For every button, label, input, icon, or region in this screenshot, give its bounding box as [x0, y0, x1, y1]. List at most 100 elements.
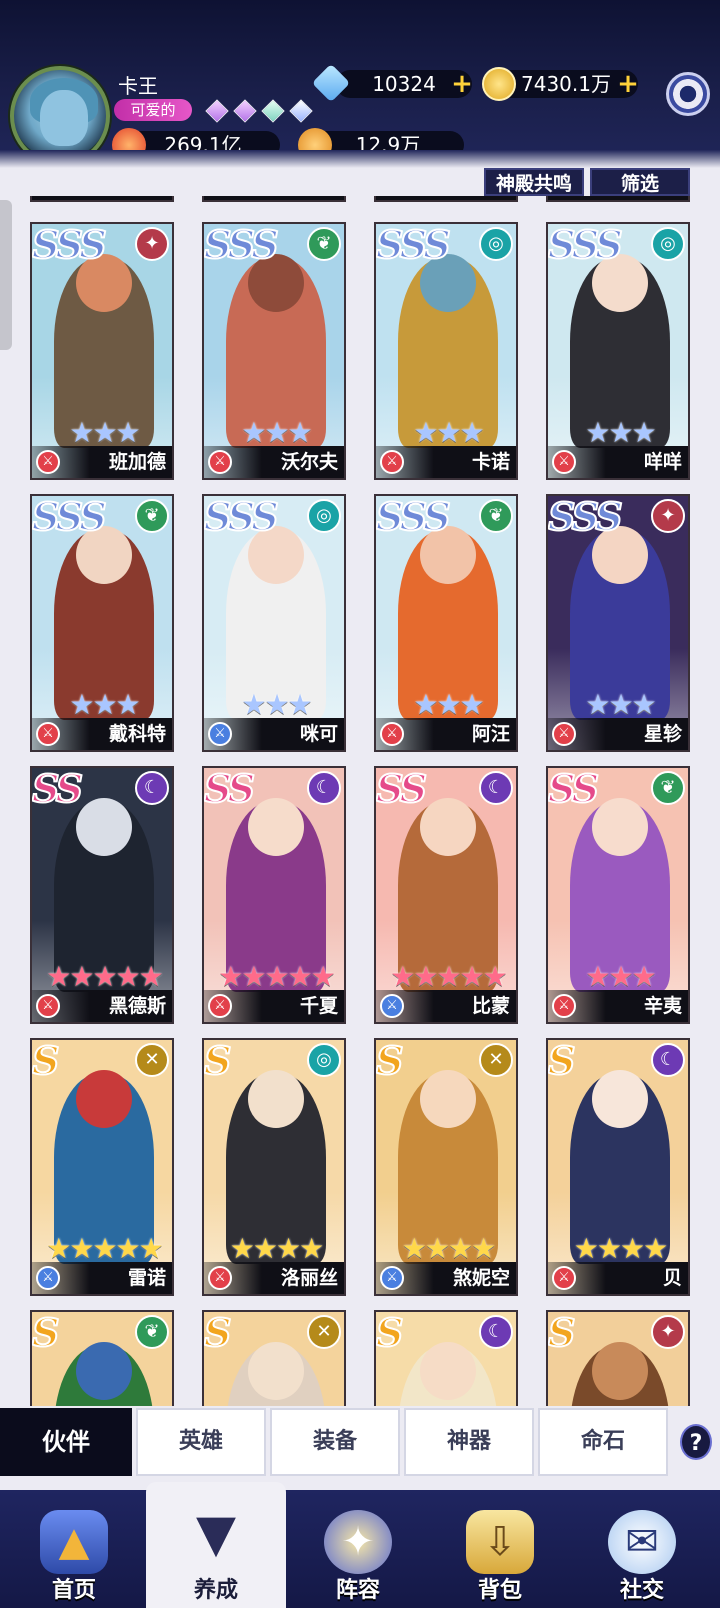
- hero-card[interactable]: SSS ◎ ★★★ ⚔ 咩咩: [546, 222, 690, 480]
- hero-rank-badge: SSS: [32, 222, 108, 268]
- element-icon: ☾: [479, 771, 513, 805]
- ghost-mail-icon: ✉: [608, 1510, 676, 1574]
- hero-card[interactable]: SS ☾ ★★★★★ ⚔ 比蒙: [374, 766, 518, 1024]
- hero-star-rating: ★★★: [413, 688, 484, 721]
- hero-card[interactable]: SSS ◎ ★★★ ⚔ 咪可: [202, 494, 346, 752]
- hero-class-icon: ⚔: [36, 994, 60, 1018]
- tab-partners[interactable]: 伙伴: [0, 1408, 132, 1476]
- gear-icon[interactable]: [666, 72, 710, 116]
- hero-star-rating: ★★★★★: [218, 960, 336, 993]
- hero-class-icon: ⚔: [380, 1266, 404, 1290]
- player-name: 卡王: [118, 74, 158, 98]
- hero-card[interactable]: SS ☾ ★★★★★ ⚔ 黑德斯: [30, 766, 174, 1024]
- hero-card[interactable]: SSS ✦ ★★★ ⚔ 班加德: [30, 222, 174, 480]
- tab-fate-stones[interactable]: 命石: [538, 1408, 668, 1476]
- hero-grid: SSS ✦ ★★★ ⚔ 班加德 SSS ❦ ★★★ ⚔ 沃尔夫 SSS ◎ ★★★ ⚔ 卡诺 SSS ◎ ★★★ ⚔…: [0, 196, 720, 1408]
- nav-lineup[interactable]: ✦ 阵容: [288, 1490, 428, 1608]
- temple-resonance-button[interactable]: 神殿共鸣: [484, 168, 584, 196]
- element-icon: ❦: [135, 499, 169, 533]
- tab-heroes[interactable]: 英雄: [136, 1408, 266, 1476]
- hero-class-icon: ⚔: [380, 450, 404, 474]
- player-title-badge[interactable]: 可爱的: [114, 99, 192, 121]
- hero-portrait-head: [592, 798, 648, 856]
- tab-artifacts[interactable]: 神器: [404, 1408, 534, 1476]
- hero-class-icon: ⚔: [552, 1266, 576, 1290]
- filter-button[interactable]: 筛选: [590, 168, 690, 196]
- help-icon[interactable]: ?: [680, 1424, 712, 1460]
- hero-card[interactable]: S ☾: [374, 1310, 518, 1408]
- hero-rank-badge: S: [32, 1038, 61, 1084]
- hero-rank-badge: SSS: [376, 494, 452, 540]
- teal-gem-icon: [261, 99, 285, 123]
- nav-social[interactable]: ✉ 社交: [572, 1490, 712, 1608]
- hero-star-rating: ★★★: [69, 688, 140, 721]
- hero-rank-badge: SS: [376, 766, 428, 812]
- hero-class-icon: ⚔: [380, 994, 404, 1018]
- hero-card[interactable]: S ❦: [30, 1310, 174, 1408]
- hero-card[interactable]: SS ❦ ★★★ ⚔ 辛夷: [546, 766, 690, 1024]
- hero-card-partial[interactable]: [546, 196, 690, 202]
- hero-card[interactable]: SSS ✦ ★★★ ⚔ 星轸: [546, 494, 690, 752]
- hero-card[interactable]: S ☾ ★★★★ ⚔ 贝: [546, 1038, 690, 1296]
- add-diamond-button[interactable]: +: [450, 71, 474, 97]
- hero-name: 卡诺: [471, 451, 510, 473]
- hero-star-rating: ★★★: [585, 688, 656, 721]
- hero-star-rating: ★★★: [241, 416, 312, 449]
- backpack-icon: ⇩: [466, 1510, 534, 1574]
- hero-rank-badge: S: [204, 1038, 233, 1084]
- hero-card[interactable]: SS ☾ ★★★★★ ⚔ 千夏: [202, 766, 346, 1024]
- castle-gate-icon: ▲: [40, 1510, 108, 1574]
- hero-rank-badge: S: [32, 1310, 61, 1356]
- hero-card[interactable]: S ✕: [202, 1310, 346, 1408]
- hero-class-icon: ⚔: [552, 722, 576, 746]
- hero-card[interactable]: SSS ◎ ★★★ ⚔ 卡诺: [374, 222, 518, 480]
- compass-star-icon: ✦: [324, 1510, 392, 1574]
- hero-name: 雷诺: [127, 1267, 166, 1289]
- hero-class-icon: ⚔: [552, 994, 576, 1018]
- hero-card-partial[interactable]: [202, 196, 346, 202]
- hero-class-icon: ⚔: [552, 450, 576, 474]
- hero-name: 比蒙: [471, 995, 510, 1017]
- hero-rank-badge: S: [376, 1038, 405, 1084]
- hero-rank-badge: SS: [548, 766, 600, 812]
- nav-home[interactable]: ▲ 首页: [4, 1490, 144, 1608]
- player-avatar[interactable]: [10, 66, 110, 166]
- hero-star-rating: ★★★: [585, 416, 656, 449]
- element-icon: ❦: [135, 1315, 169, 1349]
- nav-bag[interactable]: ⇩ 背包: [430, 1490, 570, 1608]
- hero-portrait-head: [248, 1342, 304, 1400]
- hero-card[interactable]: SSS ❦ ★★★ ⚔ 戴科特: [30, 494, 174, 752]
- hero-class-icon: ⚔: [36, 1266, 60, 1290]
- hero-rank-badge: S: [376, 1310, 405, 1356]
- add-gold-button[interactable]: +: [616, 71, 640, 97]
- hero-name: 星轸: [643, 723, 682, 745]
- hero-portrait-head: [76, 1070, 132, 1128]
- hero-portrait-head: [592, 1342, 648, 1400]
- hero-name: 煞妮空: [452, 1267, 510, 1289]
- scroll-handle[interactable]: [0, 200, 12, 350]
- hero-card[interactable]: SSS ❦ ★★★ ⚔ 沃尔夫: [202, 222, 346, 480]
- hero-star-rating: ★★★★: [229, 1232, 324, 1265]
- element-icon: ☾: [479, 1315, 513, 1349]
- tab-equipment[interactable]: 装备: [270, 1408, 400, 1476]
- element-icon: ☾: [135, 771, 169, 805]
- element-icon: ❦: [651, 771, 685, 805]
- hero-card-partial[interactable]: [30, 196, 174, 202]
- hero-name: 洛丽丝: [280, 1267, 338, 1289]
- hero-card[interactable]: S ✦: [546, 1310, 690, 1408]
- hero-card-partial[interactable]: [374, 196, 518, 202]
- hero-card[interactable]: S ✕ ★★★★★ ⚔ 雷诺: [30, 1038, 174, 1296]
- hero-card[interactable]: SSS ❦ ★★★ ⚔ 阿汪: [374, 494, 518, 752]
- element-icon: ❦: [307, 227, 341, 261]
- hero-portrait-head: [420, 1070, 476, 1128]
- hero-card[interactable]: S ✕ ★★★★ ⚔ 煞妮空: [374, 1038, 518, 1296]
- hero-class-icon: ⚔: [208, 722, 232, 746]
- hero-rank-badge: S: [204, 1310, 233, 1356]
- hero-name: 黑德斯: [108, 995, 166, 1017]
- hero-rank-badge: S: [548, 1038, 577, 1084]
- hero-star-rating: ★★★★★: [46, 960, 164, 993]
- hero-class-icon: ⚔: [380, 722, 404, 746]
- star-triangle-icon: ▼: [196, 1504, 236, 1564]
- hero-card[interactable]: S ◎ ★★★★ ⚔ 洛丽丝: [202, 1038, 346, 1296]
- nav-develop[interactable]: ▼ 养成: [146, 1482, 286, 1608]
